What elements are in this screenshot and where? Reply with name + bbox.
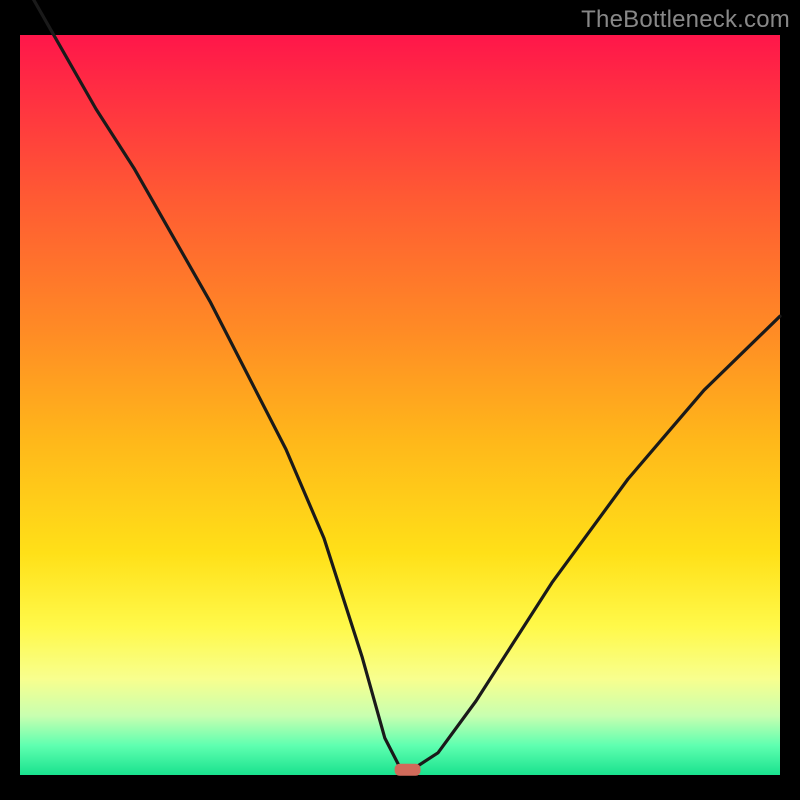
chart-frame: TheBottleneck.com: [0, 0, 800, 800]
minimum-marker: [395, 764, 421, 776]
chart-svg: [20, 35, 780, 775]
watermark-text: TheBottleneck.com: [581, 6, 790, 34]
plot-area: [20, 35, 780, 775]
bottleneck-curve-line: [20, 0, 780, 768]
